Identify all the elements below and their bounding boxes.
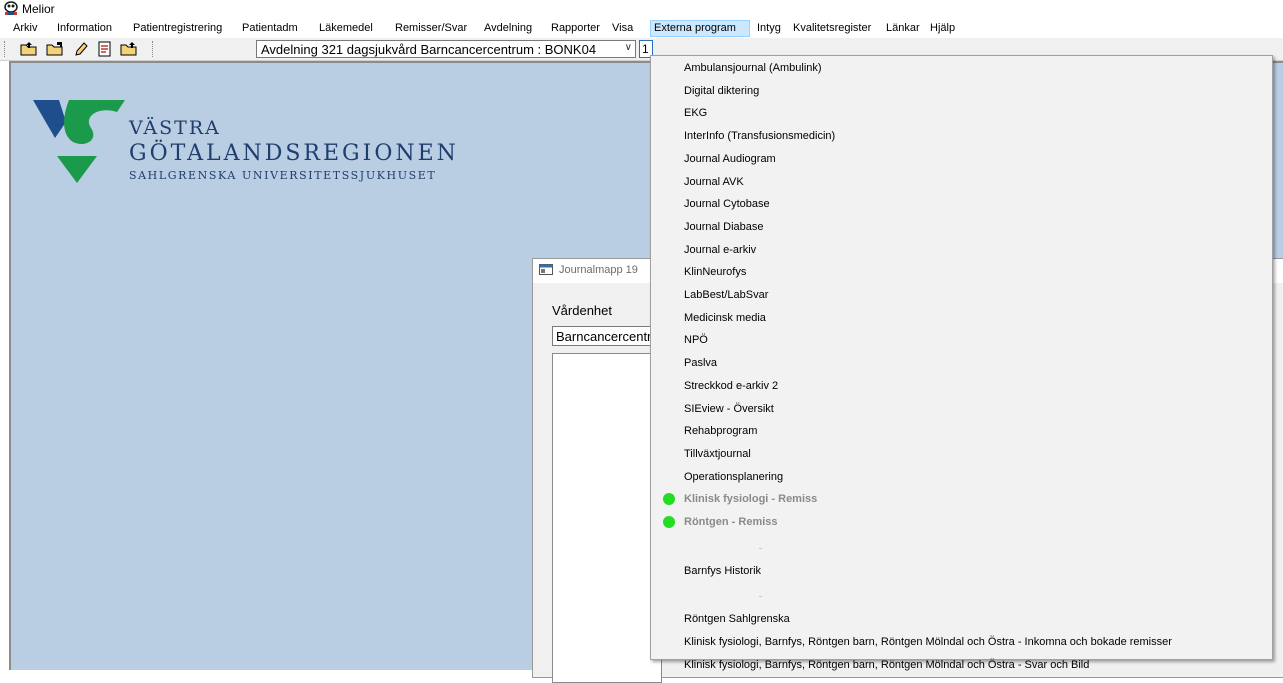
menu-kvalitetsregister[interactable]: Kvalitetsregister xyxy=(790,20,879,37)
menu-patientregistrering[interactable]: Patientregistrering xyxy=(130,20,236,37)
open-folder-arrow-icon[interactable] xyxy=(46,41,64,57)
document-edit-icon[interactable] xyxy=(96,41,114,57)
menu-arkiv[interactable]: Arkiv xyxy=(10,20,47,37)
title-bar: Melior xyxy=(0,0,1283,18)
status-dot-icon xyxy=(663,493,675,506)
menu-item-ambulansjournal-ambulink[interactable]: Ambulansjournal (Ambulink) xyxy=(684,58,822,78)
vgr-logo-mark-icon xyxy=(33,100,125,183)
menu-item-sieview-översikt[interactable]: SIEview - Översikt xyxy=(684,399,774,419)
menu-item-tillväxtjournal[interactable]: Tillväxtjournal xyxy=(684,444,751,464)
menu-item-journal-audiogram[interactable]: Journal Audiogram xyxy=(684,149,776,169)
pencil-icon[interactable] xyxy=(72,41,90,57)
menu-separator xyxy=(759,547,762,549)
menu-remisser-svar[interactable]: Remisser/Svar xyxy=(392,20,476,37)
chevron-down-icon[interactable]: ∨ xyxy=(625,42,632,53)
open-folder-icon[interactable] xyxy=(20,41,38,57)
menu-item-labbest-labsvar[interactable]: LabBest/LabSvar xyxy=(684,285,768,305)
menu-länkar[interactable]: Länkar xyxy=(883,20,921,37)
menu-rapporter[interactable]: Rapporter xyxy=(548,20,604,37)
menu-item-barnfys-historik[interactable]: Barnfys Historik xyxy=(684,561,761,581)
window-icon xyxy=(539,264,553,275)
logo-text-line1: VÄSTRA xyxy=(129,117,221,139)
menu-patientadm[interactable]: Patientadm xyxy=(239,20,311,37)
window-title: Melior xyxy=(22,2,55,16)
menu-externa-program[interactable]: Externa program xyxy=(650,20,750,37)
department-select-value: Avdelning 321 dagsjukvård Barncancercent… xyxy=(261,42,597,57)
externa-program-menu: Ambulansjournal (Ambulink) Digital dikter… xyxy=(650,55,1273,671)
menu-avdelning[interactable]: Avdelning xyxy=(481,20,542,37)
menu-item-rehabprogram[interactable]: Rehabprogram xyxy=(684,421,757,441)
menu-item-journal-e-arkiv[interactable]: Journal e-arkiv xyxy=(684,240,756,260)
menu-item-journal-avk[interactable]: Journal AVK xyxy=(684,172,744,192)
logo-text-line2: GÖTALANDSREGIONEN xyxy=(129,141,459,166)
menu-item-ekg[interactable]: EKG xyxy=(684,103,707,123)
department-select[interactable]: Avdelning 321 dagsjukvård Barncancercent… xyxy=(256,40,636,58)
vardenhet-select-value: Barncancercentrum xyxy=(556,329,662,344)
toolbar-grip[interactable] xyxy=(4,41,8,57)
menu-intyg[interactable]: Intyg xyxy=(754,20,787,37)
menu-information[interactable]: Information xyxy=(54,20,125,37)
menu-separator xyxy=(759,596,762,598)
menu-item-paslva[interactable]: Paslva xyxy=(684,353,717,373)
menu-hjälp[interactable]: Hjälp xyxy=(927,20,957,37)
menu-item-operationsplanering[interactable]: Operationsplanering xyxy=(684,467,783,487)
status-dot-icon xyxy=(663,516,675,528)
vardenhet-label: Vårdenhet xyxy=(552,303,612,318)
menu-item-klinneurofys[interactable]: KlinNeurofys xyxy=(684,262,746,282)
menu-item-klinisk-fysiologi-barnfys-röntgen-barn-röntgen-m[interactable]: Klinisk fysiologi, Barnfys, Röntgen barn… xyxy=(684,655,1089,675)
menu-item-klinisk-fysiologi-barnfys-röntgen-barn-röntgen-m[interactable]: Klinisk fysiologi, Barnfys, Röntgen barn… xyxy=(684,632,1172,652)
menu-item-journal-cytobase[interactable]: Journal Cytobase xyxy=(684,194,770,214)
menu-item-digital-diktering[interactable]: Digital diktering xyxy=(684,81,759,101)
menu-item-interinfo-transfusionsmedicin[interactable]: InterInfo (Transfusionsmedicin) xyxy=(684,126,835,146)
menu-läkemedel[interactable]: Läkemedel xyxy=(316,20,378,37)
menu-item-röntgen-sahlgrenska[interactable]: Röntgen Sahlgrenska xyxy=(684,609,790,629)
menu-item-medicinsk-media[interactable]: Medicinsk media xyxy=(684,308,766,328)
toolbar-separator xyxy=(152,41,156,57)
menu-item-npö[interactable]: NPÖ xyxy=(684,330,708,350)
app-logo-icon xyxy=(4,1,18,15)
vardenhet-select[interactable]: Barncancercentrum xyxy=(552,326,662,346)
logo-text-line3: SAHLGRENSKA UNIVERSITETSSJUKHUSET xyxy=(129,169,437,182)
menu-item-streckkod-e-arkiv-2[interactable]: Streckkod e-arkiv 2 xyxy=(684,376,778,396)
menu-item-journal-diabase[interactable]: Journal Diabase xyxy=(684,217,764,237)
journalmapp-title: Journalmapp 19 xyxy=(559,264,638,276)
journal-list[interactable] xyxy=(552,353,662,683)
menu-item-röntgen-remiss[interactable]: Röntgen - Remiss xyxy=(684,512,778,532)
menu-bar: Arkiv Information Patientregistrering Patie… xyxy=(0,18,1283,38)
menu-item-klinisk-fysiologi-remiss[interactable]: Klinisk fysiologi - Remiss xyxy=(684,489,817,509)
folder-export-icon[interactable] xyxy=(120,41,138,57)
menu-visa[interactable]: Visa xyxy=(609,20,639,37)
